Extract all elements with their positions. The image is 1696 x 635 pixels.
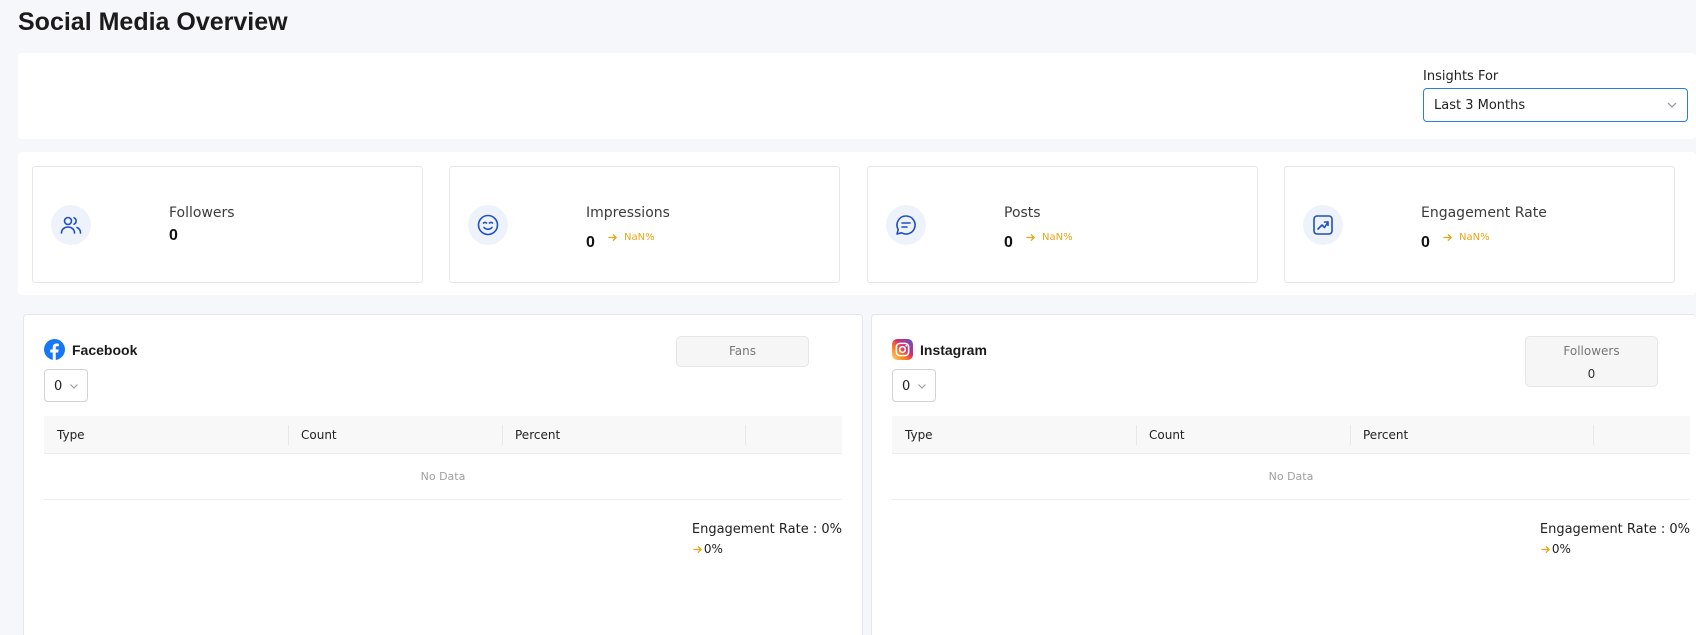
engagement-rate-label: Engagement Rate : 0% bbox=[691, 522, 842, 537]
insights-period-select[interactable]: Last 3 Months bbox=[1423, 88, 1688, 122]
facebook-panel: Facebook 0 Fans Type Count Percent No Da… bbox=[23, 314, 863, 635]
facebook-engagement-rate: Engagement Rate : 0% 0% bbox=[692, 522, 842, 556]
stat-label: Impressions bbox=[586, 205, 670, 221]
stat-value: 0 bbox=[169, 227, 178, 244]
column-percent: Percent bbox=[1363, 428, 1409, 442]
stat-change: NaN% bbox=[1025, 232, 1073, 243]
chevron-down-icon bbox=[1667, 102, 1677, 108]
instagram-table: Type Count Percent No Data bbox=[892, 416, 1690, 500]
instagram-page-select[interactable]: 0 bbox=[892, 369, 936, 402]
arrow-right-icon bbox=[1026, 233, 1036, 242]
facebook-table: Type Count Percent No Data bbox=[44, 416, 842, 500]
facebook-title: Facebook bbox=[44, 339, 137, 360]
arrow-right-icon bbox=[1541, 545, 1550, 553]
engagement-change-value: 0% bbox=[703, 542, 723, 556]
table-header: Type Count Percent bbox=[892, 416, 1690, 454]
instagram-title: Instagram bbox=[892, 339, 987, 360]
engagement-change: 0% bbox=[692, 542, 842, 556]
fans-metric-label: Fans bbox=[728, 344, 756, 358]
engagement-rate-label: Engagement Rate : 0% bbox=[1539, 522, 1690, 537]
chevron-down-icon bbox=[70, 384, 78, 389]
stat-card-engagement-rate: Engagement Rate 0 NaN% bbox=[1284, 166, 1675, 283]
trend-up-icon bbox=[1313, 215, 1333, 235]
arrow-right-icon bbox=[693, 545, 702, 553]
followers-metric: Followers 0 bbox=[1525, 336, 1658, 387]
table-empty-state: No Data bbox=[44, 454, 842, 500]
instagram-panel: Instagram 0 Followers 0 Type Count Perce… bbox=[871, 314, 1696, 635]
stat-change: NaN% bbox=[1442, 232, 1490, 243]
stat-change-value: NaN% bbox=[1459, 232, 1490, 243]
arrow-right-icon bbox=[608, 233, 618, 242]
instagram-logo-icon bbox=[892, 339, 913, 360]
stat-change: NaN% bbox=[607, 232, 655, 243]
column-count: Count bbox=[301, 428, 337, 442]
stat-value: 0 bbox=[586, 234, 595, 251]
column-type: Type bbox=[905, 428, 933, 442]
table-empty-state: No Data bbox=[892, 454, 1690, 500]
followers-metric-value: 0 bbox=[1587, 367, 1596, 381]
insights-for-label: Insights For bbox=[1423, 69, 1499, 84]
stat-value: 0 bbox=[1421, 234, 1430, 251]
facebook-name: Facebook bbox=[72, 341, 138, 358]
instagram-name: Instagram bbox=[920, 341, 987, 358]
stat-label: Engagement Rate bbox=[1421, 205, 1547, 221]
facebook-logo-icon bbox=[44, 339, 65, 360]
column-type: Type bbox=[57, 428, 85, 442]
facebook-page-select[interactable]: 0 bbox=[44, 369, 88, 402]
stat-card-impressions: Impressions 0 NaN% bbox=[449, 166, 840, 283]
stat-card-followers: Followers 0 bbox=[32, 166, 423, 283]
stat-value: 0 bbox=[1004, 234, 1013, 251]
smile-face-icon bbox=[477, 214, 499, 236]
stat-label: Followers bbox=[169, 205, 235, 221]
fans-metric: Fans bbox=[676, 336, 809, 367]
stat-card-posts: Posts 0 NaN% bbox=[867, 166, 1258, 283]
stat-change-value: NaN% bbox=[624, 232, 655, 243]
users-icon bbox=[60, 216, 82, 234]
facebook-page-select-value: 0 bbox=[54, 379, 63, 394]
chat-bubble-icon bbox=[896, 215, 916, 235]
table-header: Type Count Percent bbox=[44, 416, 842, 454]
column-percent: Percent bbox=[515, 428, 561, 442]
chevron-down-icon bbox=[918, 384, 926, 389]
page-title: Social Media Overview bbox=[18, 8, 288, 36]
instagram-page-select-value: 0 bbox=[902, 379, 911, 394]
column-count: Count bbox=[1149, 428, 1185, 442]
stat-label: Posts bbox=[1004, 205, 1041, 221]
instagram-engagement-rate: Engagement Rate : 0% 0% bbox=[1540, 522, 1690, 556]
engagement-change: 0% bbox=[1540, 542, 1690, 556]
stat-change-value: NaN% bbox=[1042, 232, 1073, 243]
engagement-change-value: 0% bbox=[1551, 542, 1571, 556]
insights-period-value: Last 3 Months bbox=[1434, 98, 1526, 113]
followers-metric-label: Followers bbox=[1563, 344, 1620, 358]
arrow-right-icon bbox=[1443, 233, 1453, 242]
